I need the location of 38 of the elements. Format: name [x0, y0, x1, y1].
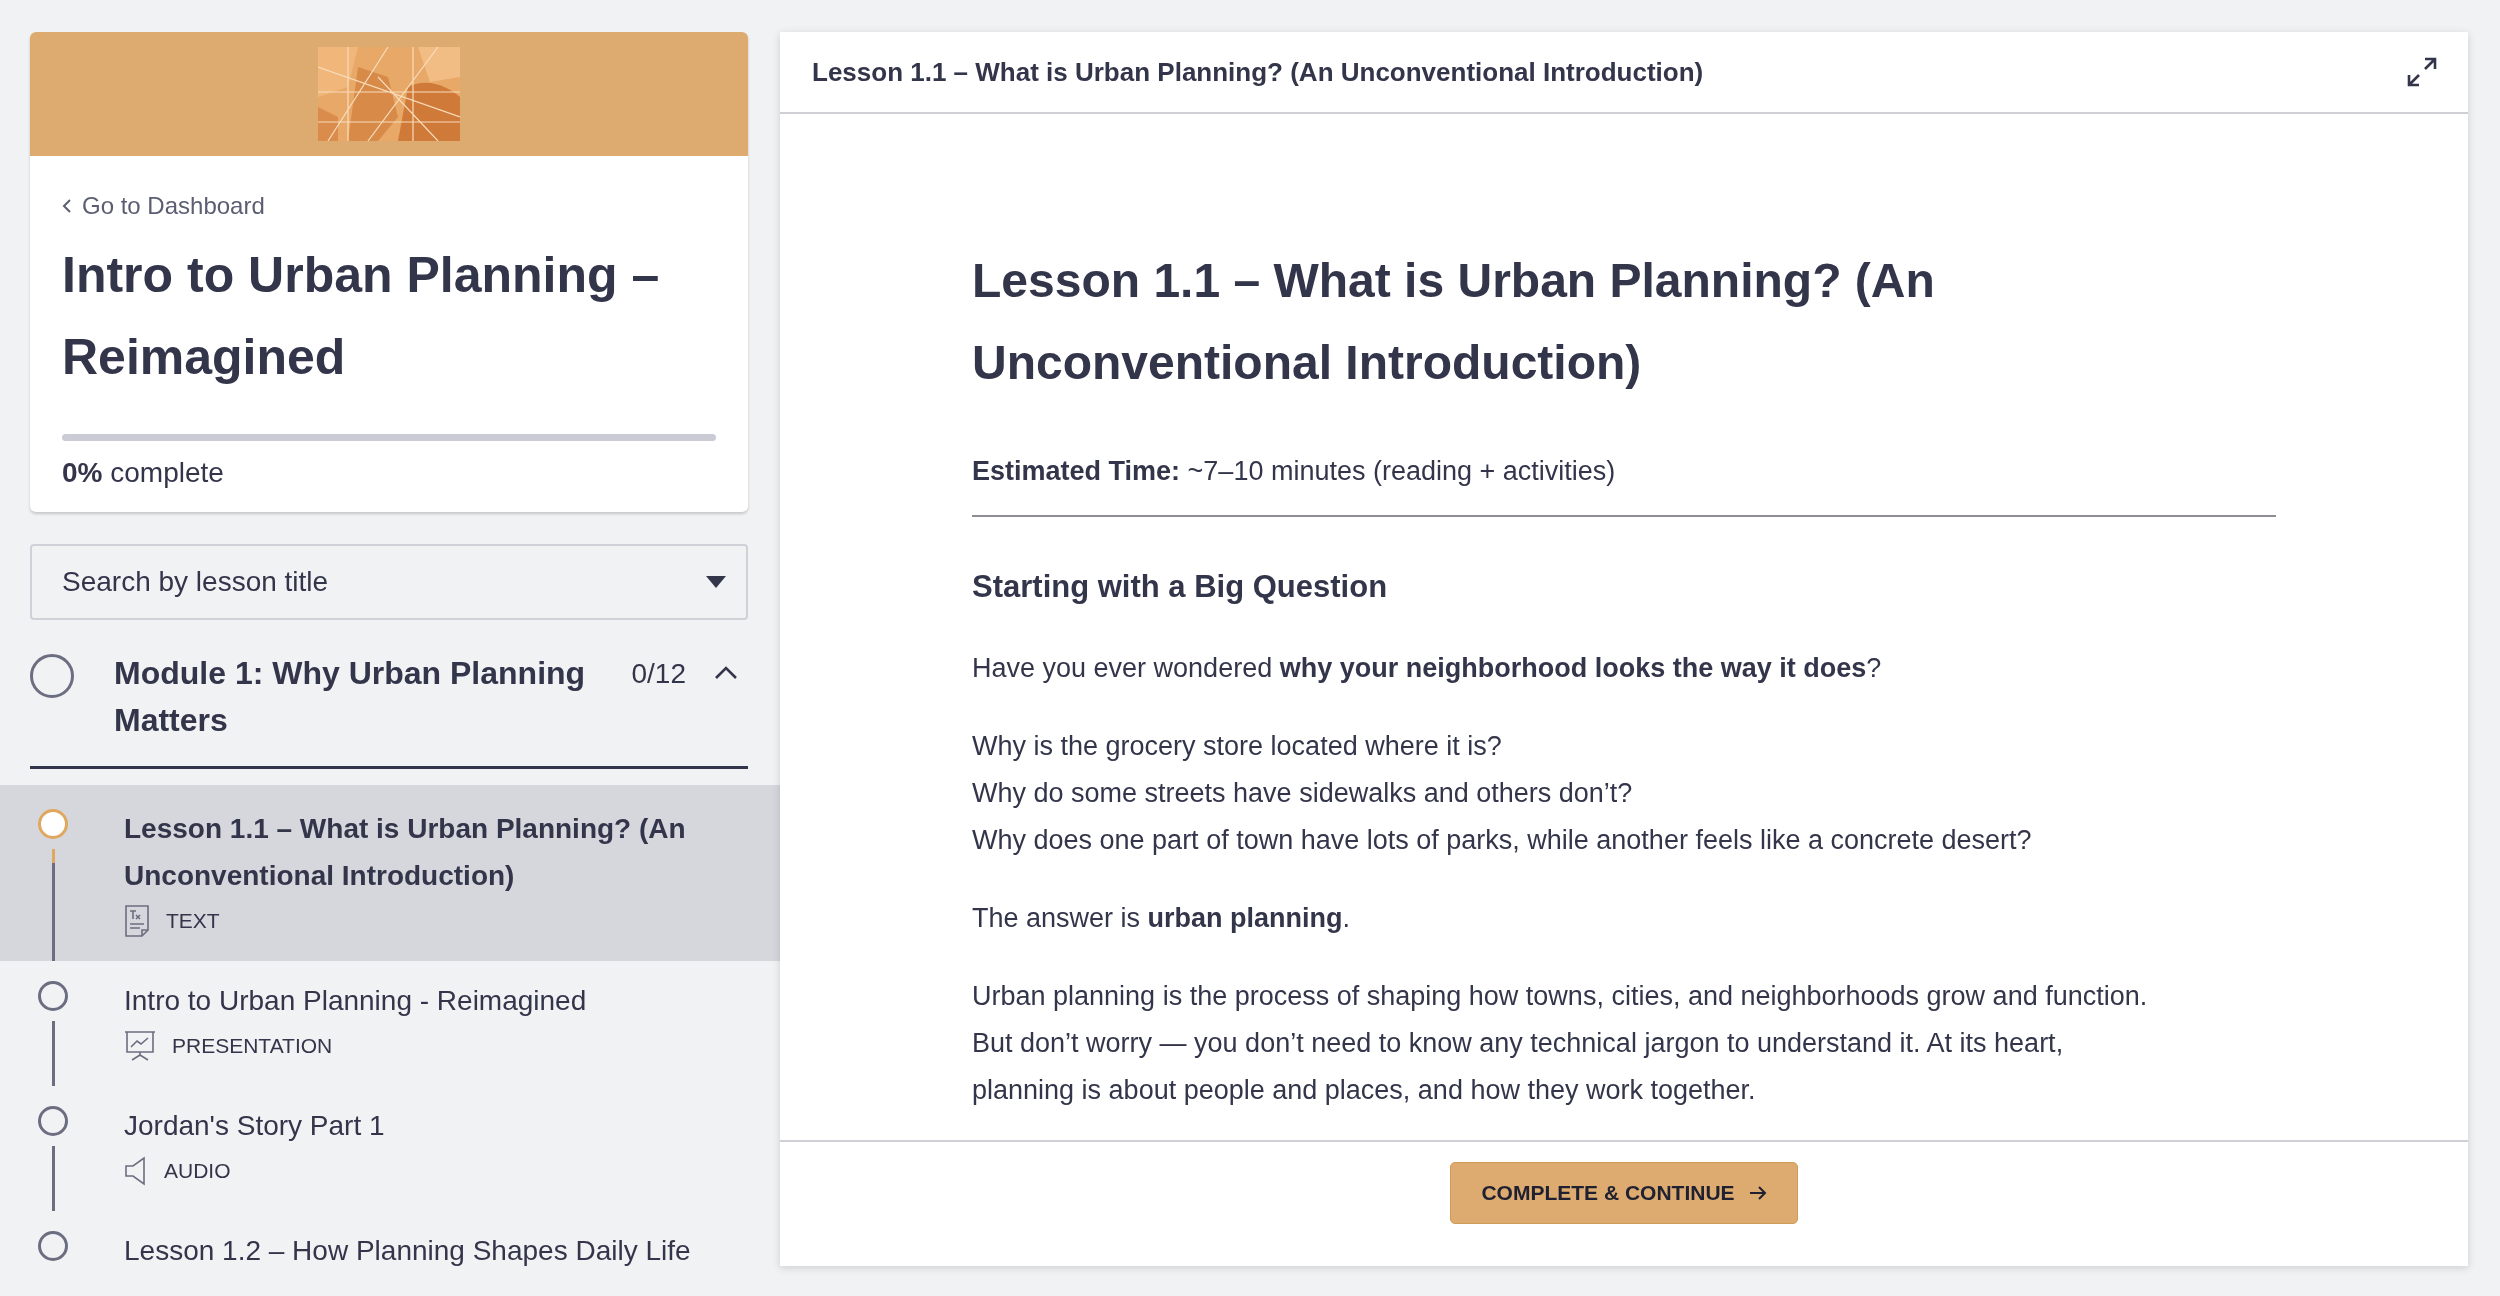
chevron-up-icon[interactable]: [714, 666, 738, 680]
document-icon: [124, 905, 150, 937]
lesson-status-circle: [38, 1106, 68, 1136]
dropdown-caret-icon: [706, 576, 726, 588]
lesson-status-circle: [38, 981, 68, 1011]
chevron-left-icon: [62, 198, 72, 214]
lesson-type: PRESENTATION: [172, 1034, 333, 1058]
progress-text: 0% complete: [62, 457, 225, 489]
lesson-header-title: Lesson 1.1 – What is Urban Planning? (An Unconventional Introduction): [812, 56, 1704, 88]
lesson-heading: Lesson 1.1 – What is Urban Planning? (An Unconventional Introduction): [972, 253, 1936, 391]
lesson-status-circle: [38, 1231, 68, 1261]
lesson-item[interactable]: Lesson 1.1 – What is Urban Planning? (An Unconventional Introduction) TEXT: [0, 785, 780, 961]
paragraph: Why is the grocery store located where it is? Why do some streets have sidewalks and others don’t? Why does one part of town have lots of parks, while another feels like a concrete desert?: [972, 730, 2033, 857]
lesson-count: 0/12: [631, 657, 686, 691]
lesson-type: TEXT: [166, 909, 220, 933]
paragraph: Urban planning is the process of shaping how towns, cities, and neighborhoods grow and function. But don’t worry — you don’t need to know any technical jargon to understand it. At its heart, planning is about people and places, and how they work together.: [972, 980, 2149, 1107]
module-title[interactable]: Module 1: Why Urban Planning Matters: [114, 650, 618, 744]
section-heading: Starting with a Big Question: [972, 569, 1389, 605]
lesson-title: Jordan's Story Part 1: [124, 1110, 385, 1141]
back-link[interactable]: Go to Dashboard: [62, 192, 265, 220]
speaker-icon: [124, 1156, 148, 1186]
lesson-item[interactable]: Lesson 1.2 – How Planning Shapes Daily Life: [0, 1211, 780, 1296]
paragraph: Have you ever wondered why your neighborhood looks the way it does?: [972, 652, 1883, 685]
course-title: Intro to Urban Planning – Reimagined: [62, 246, 661, 387]
paragraph: The answer is urban planning.: [972, 902, 1352, 935]
complete-continue-button[interactable]: COMPLETE & CONTINUE: [1450, 1162, 1798, 1224]
presentation-icon: [124, 1030, 156, 1062]
lesson-title: Intro to Urban Planning - Reimagined: [124, 985, 587, 1016]
lesson-type: AUDIO: [164, 1159, 231, 1183]
lesson-title: Lesson 1.2 – How Planning Shapes Daily Life: [124, 1235, 691, 1266]
expand-icon[interactable]: [2406, 56, 2438, 88]
lesson-status-circle: [38, 809, 68, 839]
lesson-title: Lesson 1.1 – What is Urban Planning? (An Unconventional Introduction): [124, 813, 686, 891]
lesson-item[interactable]: Intro to Urban Planning - Reimagined PRESENTATION: [0, 961, 780, 1086]
lesson-item[interactable]: Jordan's Story Part 1 AUDIO: [0, 1086, 780, 1211]
estimated-time: Estimated Time: ~7–10 minutes (reading + activities): [972, 456, 2276, 517]
search-field[interactable]: Search by lesson title: [30, 544, 748, 620]
arrow-right-icon: [1748, 1186, 1767, 1200]
